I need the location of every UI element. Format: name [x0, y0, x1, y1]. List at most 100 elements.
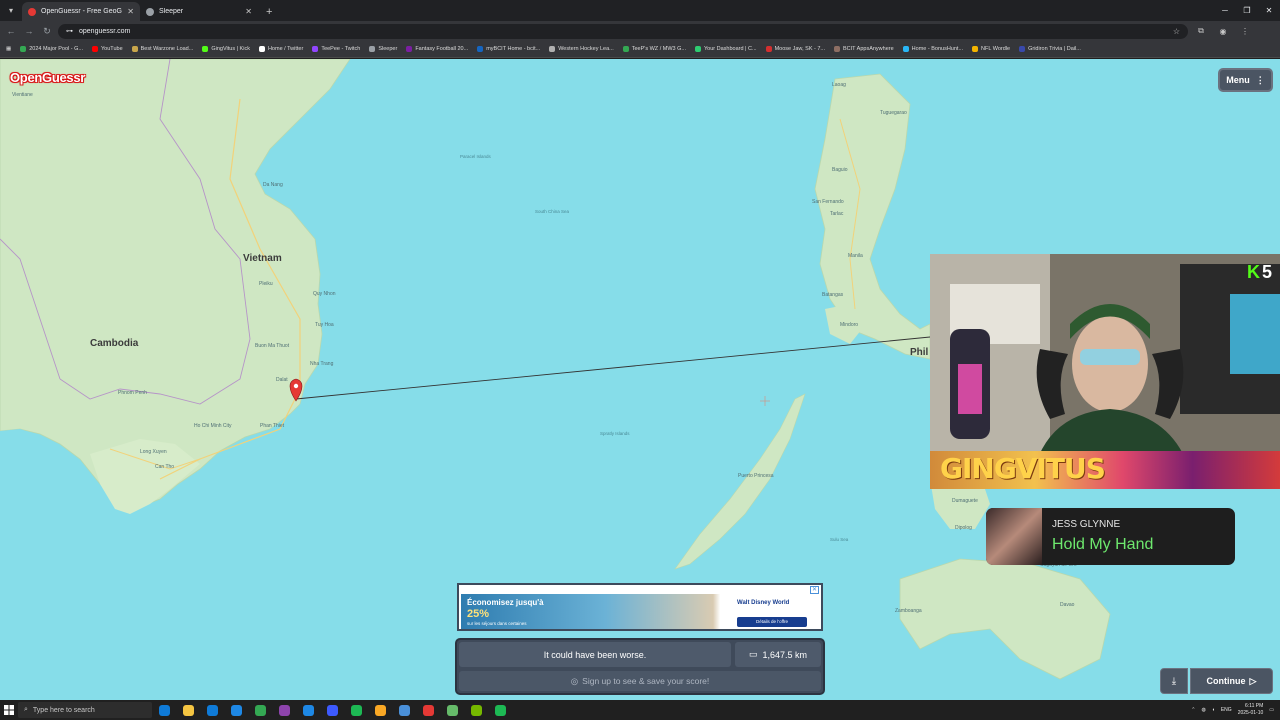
tab-sleeper[interactable]: Sleeper ✕: [140, 2, 258, 21]
bookmark-item[interactable]: GingVitus | Kick: [202, 46, 250, 52]
distance-box: ▭ 1,647.5 km: [735, 642, 821, 667]
tab-title: Sleeper: [159, 8, 184, 15]
taskbar-app-app[interactable]: [416, 700, 440, 720]
sea-label: Spratly Islands: [600, 431, 630, 436]
minimize-button[interactable]: ─: [1214, 0, 1236, 21]
ad-cta-button[interactable]: Détails de l'offre: [737, 617, 807, 627]
taskbar-app-nvidia[interactable]: [464, 700, 488, 720]
download-button[interactable]: ⤓: [1160, 668, 1188, 694]
taskbar-app-app[interactable]: [272, 700, 296, 720]
kick-logo-icon: K: [1246, 262, 1260, 282]
bookmark-item[interactable]: Sleeper: [369, 46, 397, 52]
taskbar-app-app[interactable]: [368, 700, 392, 720]
user-icon: ◎: [570, 675, 579, 686]
bookmark-item[interactable]: Moose Jaw, SK - 7...: [765, 46, 826, 52]
bookmark-item[interactable]: 2024 Major Pool - G...: [20, 46, 83, 52]
taskbar-app-app[interactable]: [296, 700, 320, 720]
bookmark-star-icon[interactable]: ☆: [1173, 27, 1180, 36]
bookmark-item[interactable]: TeePee - Twitch: [312, 46, 360, 52]
site-info-icon[interactable]: ⊶: [66, 27, 73, 35]
bookmark-item[interactable]: Western Hockey Lea...: [549, 46, 614, 52]
bookmark-label: TeeP's WZ / MW3 G...: [631, 46, 686, 52]
kick-badge: K 5: [1247, 262, 1272, 283]
taskbar-search[interactable]: ⌕ Type here to search: [18, 702, 152, 718]
clock[interactable]: 6:11 PM 2025-01-10: [1238, 703, 1264, 717]
bookmark-item[interactable]: myBCIT Home - bcit...: [477, 46, 540, 52]
mail-icon: [230, 704, 242, 716]
taskbar-app-app[interactable]: [320, 700, 344, 720]
window-controls: ─ ❐ ✕: [1214, 0, 1280, 21]
volume-icon[interactable]: ◖: [1212, 707, 1215, 713]
address-bar[interactable]: ⊶ openguessr.com ☆: [58, 23, 1188, 39]
profile-icon[interactable]: ◉: [1214, 27, 1232, 36]
bookmark-label: Moose Jaw, SK - 7...: [774, 46, 826, 52]
bookmark-item[interactable]: Your Dashboard | C...: [694, 46, 757, 52]
taskbar-app-chrome[interactable]: [248, 700, 272, 720]
bookmark-item[interactable]: Home / Twitter: [258, 46, 303, 52]
bookmark-item[interactable]: YouTube: [92, 46, 123, 52]
forward-button[interactable]: →: [22, 26, 36, 36]
app-icon: [446, 704, 458, 716]
bookmark-item[interactable]: BCIT AppsAnywhere: [834, 46, 894, 52]
result-message: It could have been worse.: [459, 642, 731, 667]
bookmark-item[interactable]: NFL Wordle: [972, 46, 1010, 52]
taskbar-app-spotify[interactable]: [488, 700, 512, 720]
bookmark-item[interactable]: TeeP's WZ / MW3 G...: [622, 46, 686, 52]
play-arrow-icon: ▷: [1249, 675, 1257, 686]
album-art: [986, 508, 1042, 565]
bookmark-item[interactable]: Home - BonusHunt...: [902, 46, 964, 52]
tray-chevron-icon[interactable]: ⌃: [1191, 707, 1195, 713]
menu-button[interactable]: Menu ⋮: [1218, 68, 1273, 92]
place-label: Phnom Penh: [118, 390, 147, 396]
bookmarks-bar: ▦ 2024 Major Pool - G... YouTube Best Warz…: [0, 41, 1280, 58]
bookmark-label: Best Warzone Load...: [140, 46, 194, 52]
place-label: Nha Trang: [310, 361, 334, 367]
reload-button[interactable]: ↻: [40, 26, 54, 37]
extensions-icon[interactable]: ⧉: [1192, 26, 1210, 36]
bookmark-favicon-icon: [694, 46, 701, 52]
now-playing-widget: JESS GLYNNE Hold My Hand: [986, 508, 1235, 565]
bookmark-favicon-icon: [1019, 46, 1026, 52]
bookmark-item[interactable]: Fantasy Football 20...: [406, 46, 468, 52]
close-tab-icon[interactable]: ✕: [245, 7, 252, 16]
ad-price: 25%: [467, 608, 490, 620]
taskbar-app-spotify[interactable]: [344, 700, 368, 720]
browser-tabstrip: ▾ OpenGuessr - Free GeoGuessr ✕ Sleeper …: [0, 0, 1280, 21]
tab-openguessr[interactable]: OpenGuessr - Free GeoGuessr ✕: [22, 2, 140, 21]
close-window-button[interactable]: ✕: [1258, 0, 1280, 21]
apps-grid-icon[interactable]: ▦: [6, 46, 11, 52]
bookmark-label: GingVitus | Kick: [211, 46, 250, 52]
bookmark-favicon-icon: [549, 46, 556, 52]
taskbar-app-store[interactable]: [200, 700, 224, 720]
now-playing-artist: JESS GLYNNE: [1052, 519, 1121, 530]
taskbar-app-app[interactable]: [440, 700, 464, 720]
crosshair-icon: [760, 396, 770, 406]
ad-close-icon[interactable]: ✕: [810, 586, 819, 594]
taskbar-app-mail[interactable]: [224, 700, 248, 720]
back-button[interactable]: ←: [4, 26, 18, 36]
signup-button[interactable]: ◎ Sign up to see & save your score!: [459, 671, 821, 691]
language-indicator[interactable]: ENG: [1221, 707, 1232, 713]
ad-banner[interactable]: Économisez jusqu'à 25% sur les séjours d…: [457, 583, 823, 631]
result-row: It could have been worse. ▭ 1,647.5 km: [459, 642, 821, 667]
restore-button[interactable]: ❐: [1236, 0, 1258, 21]
taskbar-app-explorer[interactable]: [176, 700, 200, 720]
bookmark-favicon-icon: [202, 46, 209, 52]
new-tab-button[interactable]: +: [258, 2, 280, 21]
start-button[interactable]: [0, 700, 18, 720]
taskbar-app-app[interactable]: [392, 700, 416, 720]
notifications-icon[interactable]: ▭: [1269, 707, 1274, 713]
bookmark-item[interactable]: Gridiron Trivia | Dail...: [1019, 46, 1081, 52]
close-tab-icon[interactable]: ✕: [127, 7, 134, 16]
continue-button[interactable]: Continue ▷: [1190, 668, 1273, 694]
openguessr-logo[interactable]: OpenGuessr: [10, 70, 85, 85]
bookmark-item[interactable]: Best Warzone Load...: [131, 46, 194, 52]
clock-time: 6:11 PM: [1245, 703, 1264, 709]
bookmark-label: Home - BonusHunt...: [911, 46, 964, 52]
network-icon[interactable]: ◍: [1201, 707, 1205, 713]
tab-search-icon[interactable]: ▾: [0, 0, 22, 21]
place-label: Long Xuyen: [140, 449, 167, 455]
taskbar-app-edge[interactable]: [152, 700, 176, 720]
browser-menu-icon[interactable]: ⋮: [1236, 27, 1254, 36]
place-label: Tuguegarao: [880, 110, 907, 116]
